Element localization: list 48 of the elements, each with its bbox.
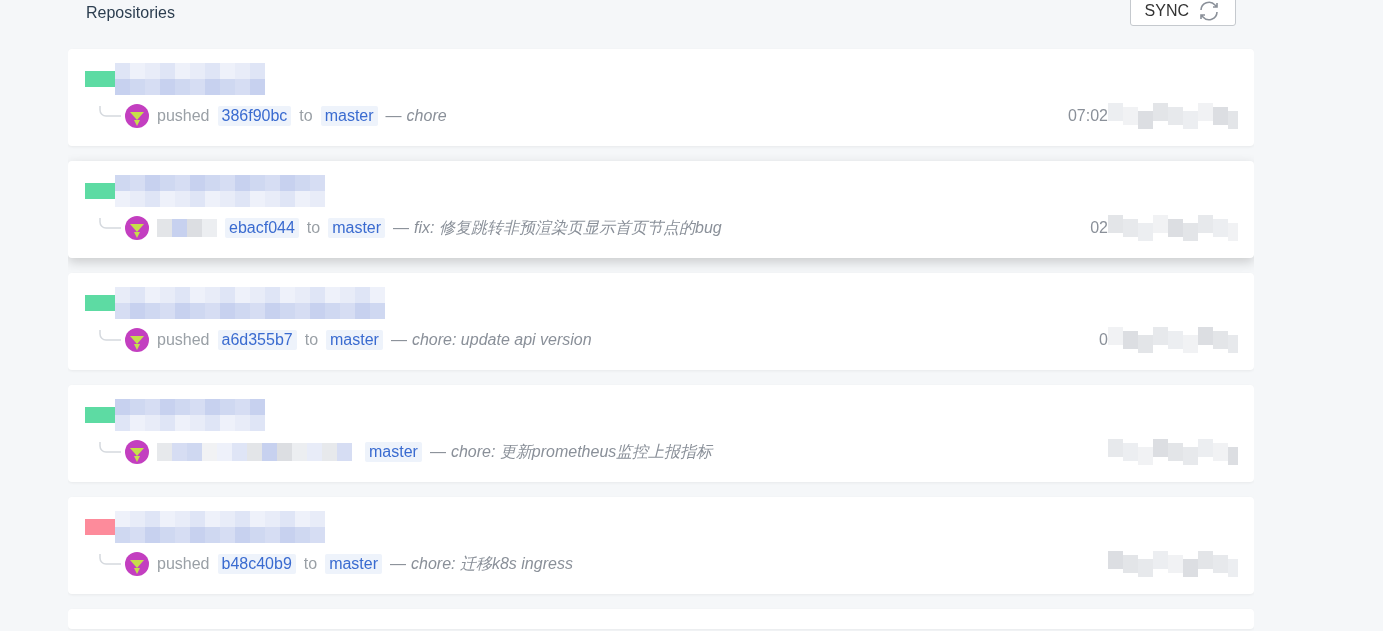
- repository-card[interactable]: ebacf044 to master — fix: 修复跳转非预渲染页显示首页节点的bug 02: [68, 161, 1254, 258]
- commit-message: chore: update api version: [411, 331, 592, 349]
- avatar-icon: [125, 440, 149, 464]
- commit-message: chore: 迁移k8s ingress: [411, 553, 573, 574]
- commit-link[interactable]: ebacf044: [225, 218, 299, 238]
- separator-dash: —: [393, 219, 410, 237]
- avatar-icon: [125, 104, 149, 128]
- avatar-icon: [125, 552, 149, 576]
- branch-link[interactable]: master: [325, 554, 383, 574]
- timestamp: 02: [1090, 219, 1108, 237]
- repository-card[interactable]: pushed b48c40b9 to master — chore: 迁移k8s ingress: [68, 497, 1254, 594]
- branch-link[interactable]: master: [320, 106, 378, 126]
- preposition-label: to: [306, 219, 321, 237]
- avatar-icon: [125, 216, 149, 240]
- branch-link[interactable]: master: [326, 330, 383, 350]
- commit-message: chore: 更新prometheus监控上报指标: [450, 441, 713, 462]
- timestamp: 0: [1099, 331, 1108, 349]
- commit-link[interactable]: b48c40b9: [217, 554, 296, 574]
- repository-card[interactable]: pushed 386f90bc to master — chore 07:02: [68, 49, 1254, 146]
- refresh-icon: [1197, 0, 1221, 23]
- commit-link[interactable]: 386f90bc: [217, 106, 292, 126]
- section-title: Repositories: [86, 4, 175, 22]
- connector-line: [99, 442, 121, 454]
- timestamp: 07:02: [1067, 107, 1108, 125]
- action-label: pushed: [157, 555, 210, 573]
- branch-link[interactable]: master: [365, 442, 422, 462]
- preposition-label: to: [299, 107, 313, 125]
- redaction-blur: [157, 219, 217, 237]
- commit-message: chore: [406, 107, 447, 125]
- commit-link[interactable]: a6d355b7: [217, 330, 297, 350]
- sync-button[interactable]: SYNC: [1129, 0, 1236, 26]
- connector-line: [99, 330, 121, 342]
- connector-line: [99, 106, 121, 118]
- commit-message: fix: 修复跳转非预渲染页显示首页节点的bug: [414, 217, 722, 238]
- preposition-label: to: [303, 555, 318, 573]
- branch-link[interactable]: master: [328, 218, 386, 238]
- connector-line: [99, 218, 121, 230]
- connector-line: [99, 554, 121, 566]
- action-label: pushed: [157, 107, 210, 125]
- avatar-icon: [125, 328, 149, 352]
- action-label: pushed: [157, 331, 210, 349]
- separator-dash: —: [390, 555, 407, 573]
- separator-dash: —: [429, 443, 446, 461]
- repository-card[interactable]: pushed a6d355b7 to master — chore: update api version 0: [68, 273, 1254, 370]
- separator-dash: —: [385, 107, 402, 125]
- preposition-label: to: [304, 331, 319, 349]
- repository-card[interactable]: master — chore: 更新prometheus监控上报指标: [68, 385, 1254, 482]
- separator-dash: —: [390, 331, 407, 349]
